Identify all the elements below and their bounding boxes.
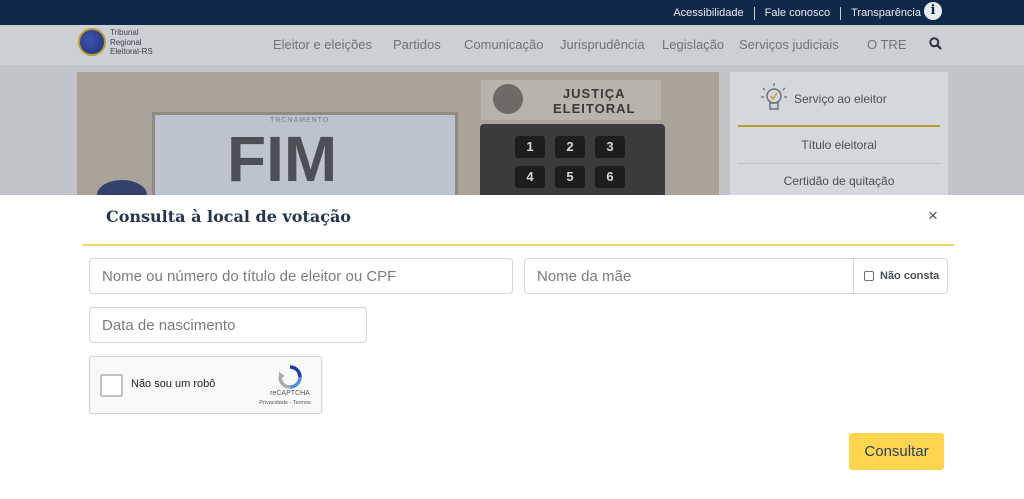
divider xyxy=(753,7,755,20)
key: 6 xyxy=(595,166,625,188)
nav-jurisprudencia[interactable]: Jurisprudência xyxy=(560,25,645,65)
screen-text: FIM xyxy=(227,123,338,195)
birth-date-field[interactable] xyxy=(89,307,367,343)
brand-line: ELEITORAL xyxy=(553,101,636,116)
recaptcha-label: Não sou um robô xyxy=(131,378,216,390)
mother-name-input[interactable] xyxy=(525,259,853,293)
logo-line: Eleitoral-RS xyxy=(110,47,153,56)
nao-consta-label: Não consta xyxy=(880,270,940,282)
service-item-certidao[interactable]: Certidão de quitação xyxy=(738,174,940,188)
emblem-icon xyxy=(78,28,106,56)
nao-consta-toggle[interactable]: Não consta xyxy=(853,258,948,294)
logo-line: Regional xyxy=(110,37,142,47)
contact-link[interactable]: Fale conosco xyxy=(765,7,830,19)
title-divider xyxy=(83,244,954,246)
key: 4 xyxy=(515,166,545,188)
hero-banner[interactable]: TRCNAMENTO FIM JUSTIÇA ELEITORAL 1 2 3 4… xyxy=(77,72,719,195)
logo-text: Tribunal Regional Eleitoral-RS xyxy=(110,28,153,57)
close-icon[interactable]: × xyxy=(928,206,938,226)
divider xyxy=(840,7,842,20)
brand-line: JUSTIÇA xyxy=(562,86,626,101)
info-icon[interactable]: i xyxy=(924,2,942,20)
urn-brand: JUSTIÇA ELEITORAL xyxy=(481,80,661,120)
key: 1 xyxy=(515,136,545,158)
lightbulb-icon xyxy=(761,83,787,110)
voter-id-field[interactable] xyxy=(89,258,513,294)
search-icon[interactable] xyxy=(929,37,942,50)
voter-service-panel: Serviço ao eleitor Título eleitoral Cert… xyxy=(730,72,948,195)
seal-icon xyxy=(493,84,523,114)
divider xyxy=(738,163,940,164)
voter-id-input[interactable] xyxy=(90,259,512,293)
site-header: Tribunal Regional Eleitoral-RS Eleitor e… xyxy=(0,25,1024,65)
nao-consta-checkbox[interactable] xyxy=(864,271,874,281)
recaptcha-links[interactable]: Privacidade - Termos xyxy=(250,400,320,406)
nav-legislacao[interactable]: Legislação xyxy=(662,25,724,65)
site-logo[interactable]: Tribunal Regional Eleitoral-RS xyxy=(78,28,153,57)
key: 2 xyxy=(555,136,585,158)
top-utility-bar: Acessibilidade Fale conosco Transparênci… xyxy=(0,0,1024,25)
recaptcha-checkbox[interactable] xyxy=(100,374,123,397)
nav-partidos[interactable]: Partidos xyxy=(393,25,441,65)
recaptcha-widget: Não sou um robô reCAPTCHA Privacidade - … xyxy=(89,356,322,414)
birth-date-input[interactable] xyxy=(90,308,366,342)
service-item-titulo[interactable]: Título eleitoral xyxy=(738,138,940,152)
nav-servicos[interactable]: Serviços judiciais xyxy=(739,25,839,65)
nav-eleitor[interactable]: Eleitor e eleições xyxy=(273,25,372,65)
modal-title: Consulta à local de votação xyxy=(106,207,351,226)
polling-place-modal: Consulta à local de votação × Não consta… xyxy=(0,195,1024,499)
consultar-button[interactable]: Consultar xyxy=(849,433,944,470)
nav-o-tre[interactable]: O TRE xyxy=(867,25,907,65)
recaptcha-brand: reCAPTCHA xyxy=(270,390,310,397)
utility-links: Acessibilidade Fale conosco Transparênci… xyxy=(673,0,942,25)
brand-text: JUSTIÇA ELEITORAL xyxy=(553,86,635,116)
accessibility-link[interactable]: Acessibilidade xyxy=(673,7,743,19)
mother-name-field[interactable] xyxy=(524,258,854,294)
urn-knob xyxy=(97,180,147,195)
service-header[interactable]: Serviço ao eleitor xyxy=(738,72,940,127)
logo-line: Tribunal xyxy=(110,28,139,37)
key: 3 xyxy=(595,136,625,158)
nav-comunicacao[interactable]: Comunicação xyxy=(464,25,544,65)
service-title: Serviço ao eleitor xyxy=(794,92,887,106)
key: 5 xyxy=(555,166,585,188)
urn-keypad: 1 2 3 4 5 6 xyxy=(480,124,665,195)
recaptcha-icon xyxy=(278,365,302,389)
transparency-link[interactable]: Transparência xyxy=(851,7,921,19)
